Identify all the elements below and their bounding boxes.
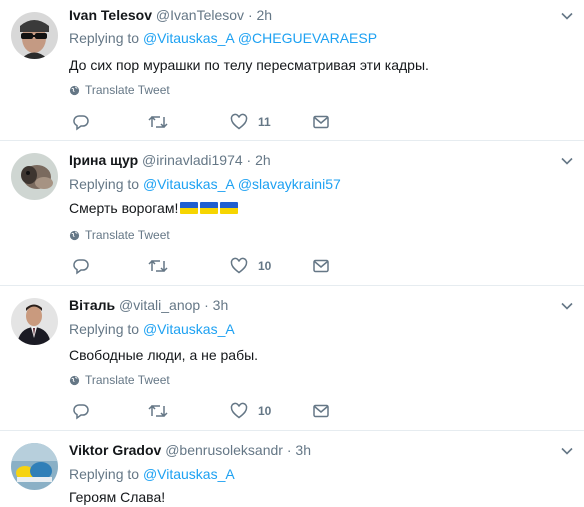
timestamp[interactable]: 3h (295, 442, 311, 458)
tweet-text: До сих пор мурашки по телу пересматривая… (69, 57, 429, 73)
mention-link[interactable]: @Vitauskas_A (143, 321, 235, 337)
tweet-text: Смерть ворогам! (69, 199, 239, 217)
display-name[interactable]: Ivan Telesov (69, 7, 152, 23)
heart-icon (230, 113, 248, 130)
chevron-down-icon[interactable] (560, 299, 574, 313)
avatar[interactable] (11, 298, 58, 345)
tweet[interactable]: Ірина щур @irinavladi1974 · 2h Replying … (0, 141, 584, 285)
heart-icon (230, 402, 248, 419)
separator-dot: · (246, 152, 252, 168)
avatar[interactable] (11, 153, 58, 200)
like-button[interactable]: 10 (230, 401, 271, 421)
separator-dot: · (286, 442, 292, 458)
mention-link[interactable]: @CHEGUEVARAESP (238, 30, 377, 46)
chevron-down-icon[interactable] (560, 9, 574, 23)
retweet-icon (148, 404, 168, 418)
retweet-icon (148, 115, 168, 129)
retweet-button[interactable] (148, 112, 168, 132)
reply-icon (73, 259, 89, 275)
tweet-actions: 11 (69, 112, 339, 132)
direct-message-button[interactable] (312, 112, 330, 132)
reply-icon (73, 115, 89, 131)
direct-message-button[interactable] (312, 256, 330, 276)
tweet-header: Ivan Telesov @IvanTelesov · 2h (69, 6, 272, 24)
globe-icon (69, 230, 80, 240)
like-count: 10 (258, 259, 272, 273)
tweet-text: Героям Слава! (69, 489, 166, 505)
tweet-text: Свободные люди, а не рабы. (69, 347, 259, 363)
user-handle[interactable]: @vitali_anop (119, 297, 200, 313)
translate-tweet-link[interactable]: Translate Tweet (69, 228, 170, 242)
tweet-header: Ірина щур @irinavladi1974 · 2h (69, 151, 271, 169)
separator-dot: · (204, 297, 209, 313)
like-button[interactable]: 10 (230, 256, 271, 276)
reply-button[interactable] (72, 256, 90, 276)
replying-to: Replying to @Vitauskas_A (69, 320, 235, 338)
translate-label: Translate Tweet (85, 83, 170, 97)
heart-icon (230, 257, 248, 274)
tweet[interactable]: Ivan Telesov @IvanTelesov · 2h Replying … (0, 0, 584, 140)
timestamp[interactable]: 3h (213, 297, 229, 313)
chevron-down-icon[interactable] (560, 154, 574, 168)
timestamp[interactable]: 2h (257, 7, 273, 23)
tweet[interactable]: Віталь @vitali_anop · 3h Replying to @Vi… (0, 286, 584, 430)
mention-link[interactable]: @Vitauskas_A (143, 466, 235, 482)
ukraine-flag-emoji (220, 202, 239, 214)
tweet-header: Віталь @vitali_anop · 3h (69, 296, 228, 314)
tweet[interactable]: Viktor Gradov @benrusoleksandr · 3h Repl… (0, 431, 584, 507)
replying-to-label: Replying to (69, 466, 140, 482)
user-handle[interactable]: @irinavladi1974 (142, 152, 243, 168)
replying-to-label: Replying to (69, 30, 140, 46)
globe-icon (69, 85, 80, 95)
display-name[interactable]: Віталь (69, 297, 115, 313)
tweet-actions: 10 (69, 256, 339, 276)
envelope-icon (313, 404, 329, 418)
replying-to-label: Replying to (69, 176, 140, 192)
translate-label: Translate Tweet (85, 228, 170, 242)
timestamp[interactable]: 2h (255, 152, 271, 168)
like-button[interactable]: 11 (230, 112, 271, 132)
reply-button[interactable] (72, 401, 90, 421)
replying-to: Replying to @Vitauskas_A (69, 465, 235, 483)
tweet-header: Viktor Gradov @benrusoleksandr · 3h (69, 441, 311, 459)
retweet-icon (148, 259, 168, 273)
ukraine-flag-emoji (180, 202, 199, 214)
mention-link[interactable]: @slavaykraini57 (238, 176, 341, 192)
translate-tweet-link[interactable]: Translate Tweet (69, 83, 170, 97)
user-handle[interactable]: @benrusoleksandr (165, 442, 283, 458)
reply-button[interactable] (72, 112, 90, 132)
retweet-button[interactable] (148, 401, 168, 421)
tweet-text-body: Смерть ворогам! (69, 200, 179, 216)
separator-dot: · (247, 7, 253, 23)
display-name[interactable]: Ірина щур (69, 152, 138, 168)
tweet-actions: 10 (69, 401, 339, 421)
replying-to: Replying to @Vitauskas_A @CHEGUEVARAESP (69, 29, 377, 47)
translate-label: Translate Tweet (85, 373, 170, 387)
direct-message-button[interactable] (312, 401, 330, 421)
envelope-icon (313, 259, 329, 273)
avatar[interactable] (11, 12, 58, 59)
chevron-down-icon[interactable] (560, 444, 574, 458)
avatar[interactable] (11, 443, 58, 490)
envelope-icon (313, 115, 329, 129)
like-count: 10 (258, 404, 272, 418)
reply-icon (73, 404, 89, 420)
replying-to-label: Replying to (69, 321, 140, 337)
user-handle[interactable]: @IvanTelesov (156, 7, 244, 23)
mention-link[interactable]: @Vitauskas_A (143, 30, 234, 46)
translate-tweet-link[interactable]: Translate Tweet (69, 373, 170, 387)
mention-link[interactable]: @Vitauskas_A (143, 176, 234, 192)
display-name[interactable]: Viktor Gradov (69, 442, 161, 458)
globe-icon (69, 375, 80, 385)
retweet-button[interactable] (148, 256, 168, 276)
like-count: 11 (258, 115, 271, 129)
replying-to: Replying to @Vitauskas_A @slavaykraini57 (69, 175, 341, 193)
ukraine-flag-emoji (200, 202, 219, 214)
